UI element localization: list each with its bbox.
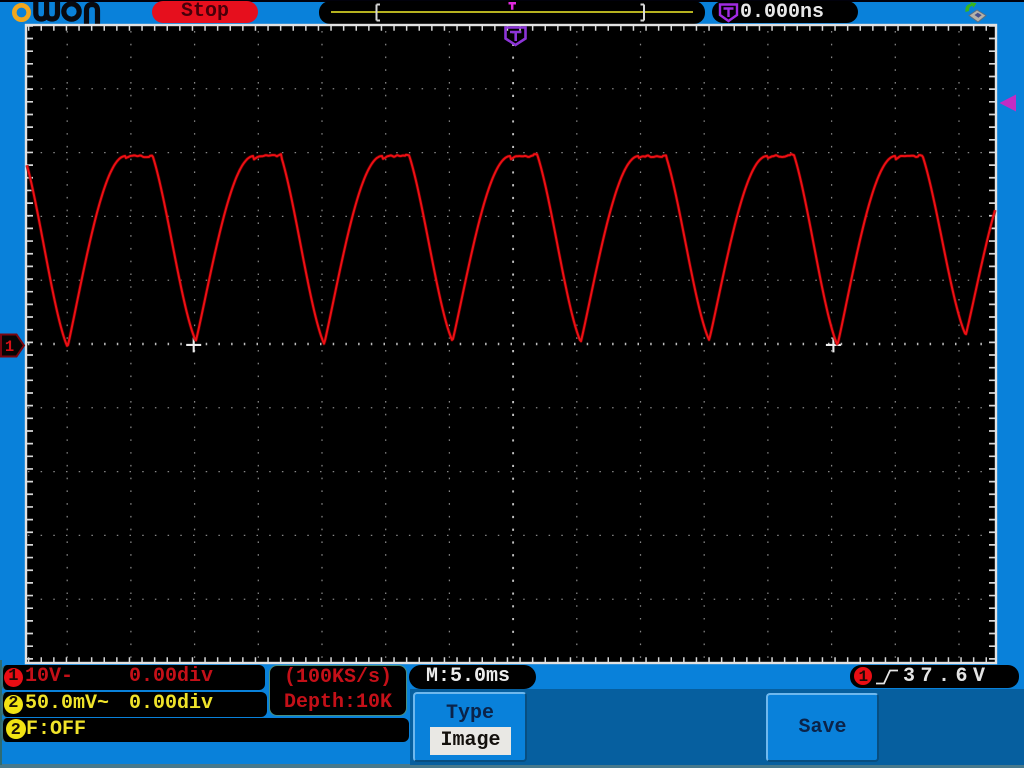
svg-text:1: 1: [5, 338, 14, 356]
